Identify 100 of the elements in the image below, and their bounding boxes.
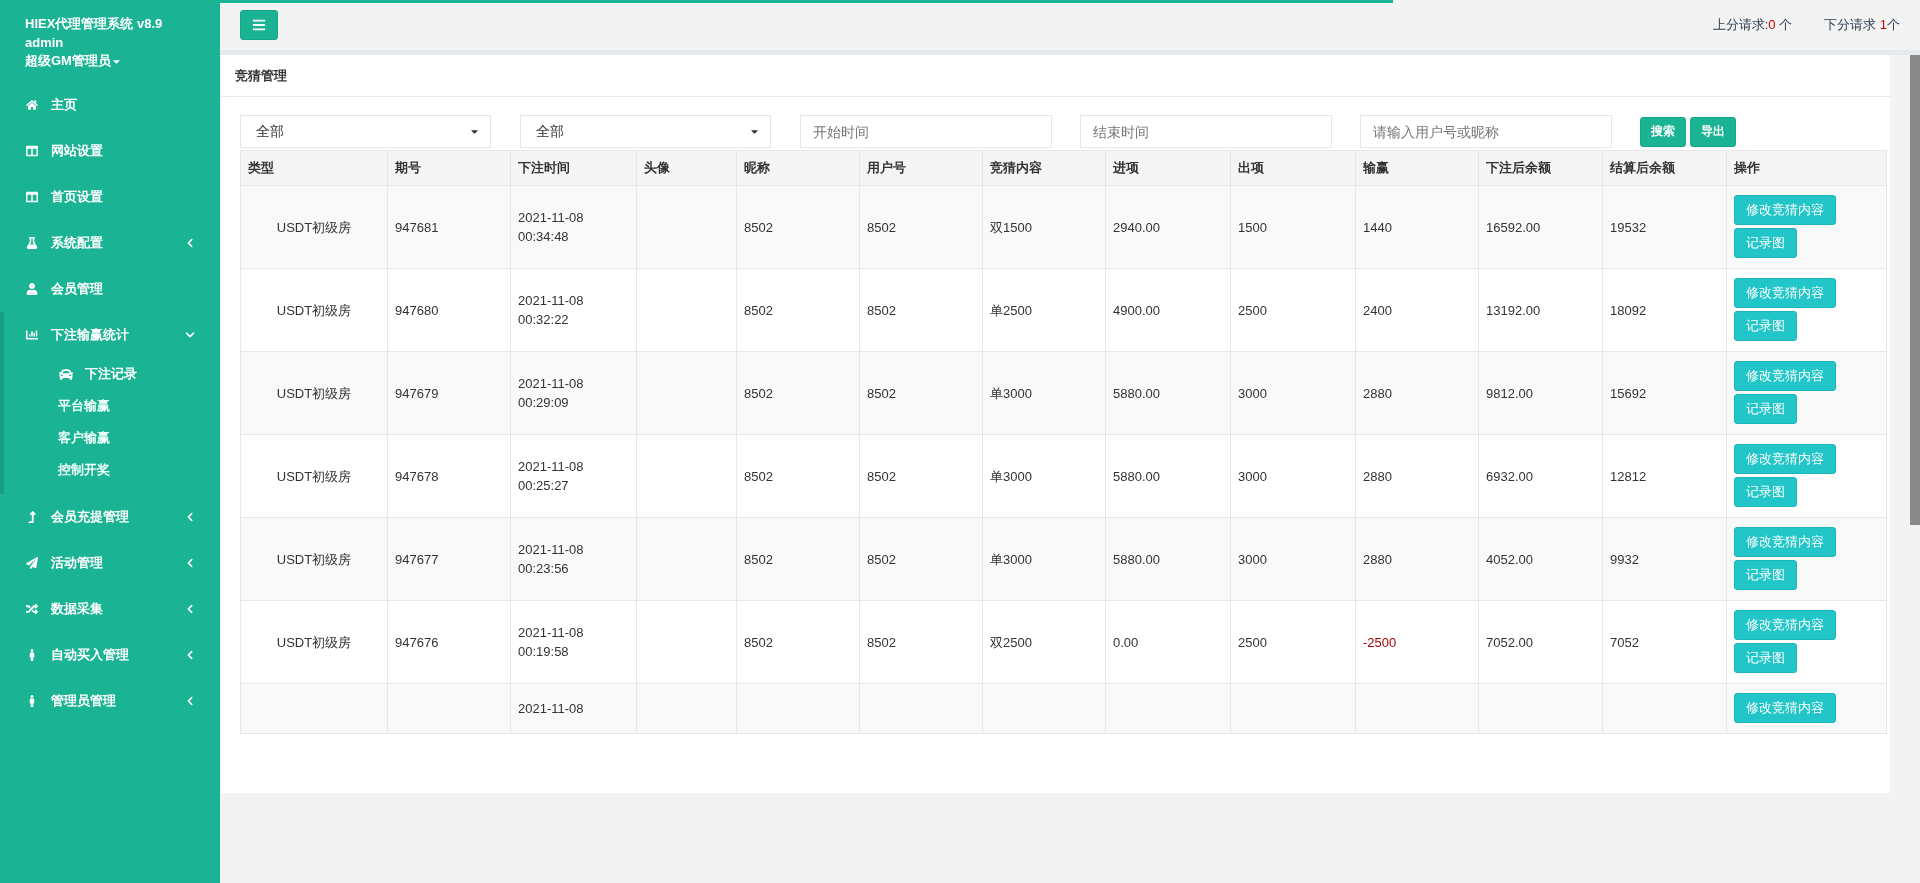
search-button[interactable]: 搜索 [1640,116,1686,147]
table-cell: 947676 [395,634,439,650]
table-cell: 5880.00 [1113,551,1160,567]
column-header: 期号 [387,150,511,186]
role-dropdown[interactable]: 超级GM管理员 [25,52,111,70]
table-cell: 19532 [1610,219,1647,235]
table-cell: 7052.00 [1486,634,1533,650]
submenu-item[interactable]: 客户输赢 [4,422,220,454]
menu-button[interactable] [240,10,278,40]
table-cell: 8502 [744,551,773,567]
table-cell: 0.00 [1113,634,1139,650]
table-cell: 7052 [1610,634,1639,650]
panel-title: 竞猜管理 [235,66,287,85]
table-cell: 15692 [1610,385,1647,401]
table-cell: 1500 [1238,219,1267,235]
menu-item[interactable]: 活动管理 [0,540,220,586]
column-header: 下注后余额 [1478,150,1603,186]
chart-button[interactable]: 记录图 [1734,311,1797,341]
table-cell: USDT初级房 [276,385,352,401]
table-cell: 947677 [395,551,439,567]
menu-item[interactable]: 系统配置 [0,220,220,266]
submenu-item[interactable]: 平台输赢 [4,390,220,422]
table-cell: 单3000 [990,551,1032,567]
paper-plane-icon [26,557,38,569]
table-cell: USDT初级房 [276,551,352,567]
table-cell: 双2500 [990,634,1032,650]
table-cell: 8502 [867,468,896,484]
column-header: 出项 [1230,150,1356,186]
table-cell: 16592.00 [1486,219,1541,235]
menu-item[interactable]: 数据采集 [0,586,220,632]
table-cell-text: 2021-11-08 00:19:58 [518,624,585,661]
shuffle-icon [26,603,38,615]
table-cell: 9932 [1610,551,1639,567]
request-link[interactable]: 下分请求 1个 [1824,16,1900,34]
user-name: admin [24,34,65,52]
edit-button[interactable]: 修改竞猜内容 [1734,278,1836,308]
menu-item[interactable]: 自动买入管理 [0,632,220,678]
table-cell: 2880 [1363,551,1392,567]
menu-item[interactable]: 首页设置 [0,174,220,220]
table-cell: 947678 [395,468,439,484]
table-cell-text: 2021-11-08 00:23:56 [518,541,585,578]
chart-button[interactable]: 记录图 [1734,228,1797,258]
table-cell: 单2500 [990,302,1032,318]
table-cell: 4052.00 [1486,551,1533,567]
edit-button[interactable]: 修改竞猜内容 [1734,610,1836,640]
table-cell: 13192.00 [1486,302,1541,318]
edit-button[interactable]: 修改竞猜内容 [1734,444,1836,474]
input-field[interactable]: 开始时间 [800,115,1052,148]
chart-button[interactable]: 记录图 [1734,394,1797,424]
table-cell-text: 2021-11-08 00:29:09 [518,375,585,412]
bar-chart-icon [26,329,38,341]
column-header: 类型 [240,150,388,186]
table-cell: 2400 [1363,302,1392,318]
table-cell: 947679 [395,385,439,401]
table-cell: 9812.00 [1486,385,1533,401]
column-header: 进项 [1105,150,1231,186]
edit-button[interactable]: 修改竞猜内容 [1734,693,1836,723]
app-title: HIEX代理管理系统 v8.9 [24,15,164,33]
table-cell: USDT初级房 [276,302,352,318]
input-field[interactable]: 请输入用户号或昵称 [1360,115,1612,148]
chart-button[interactable]: 记录图 [1734,643,1797,673]
menu-item[interactable]: 主页 [0,82,220,128]
column-header: 结算后余额 [1602,150,1727,186]
table-cell: 8502 [867,219,896,235]
table-cell-text: 2021-11-08 00:25:27 [518,458,585,495]
table-cell: 4900.00 [1113,302,1160,318]
column-header: 竞猜内容 [982,150,1106,186]
edit-button[interactable]: 修改竞猜内容 [1734,361,1836,391]
table-cell-text: 2021-11-08 00:32:22 [518,292,585,329]
table-cell: 8502 [867,302,896,318]
table-cell-text: 2021-11-08 [518,700,585,718]
menu-item[interactable]: 管理员管理 [0,678,220,724]
export-button[interactable]: 导出 [1690,116,1736,147]
edit-button[interactable]: 修改竞猜内容 [1734,527,1836,557]
edit-button[interactable]: 修改竞猜内容 [1734,195,1836,225]
chart-button[interactable]: 记录图 [1734,560,1797,590]
table-cell: USDT初级房 [276,219,352,235]
column-header: 输赢 [1355,150,1479,186]
menu-item[interactable]: 会员管理 [0,266,220,312]
scrollbar[interactable] [1910,55,1920,525]
submenu-item[interactable]: 下注记录 [4,358,220,390]
menu-icon [252,18,266,32]
select-dropdown[interactable]: 全部 [520,115,771,148]
table-cell: 5880.00 [1113,468,1160,484]
request-link[interactable]: 上分请求:0 个 [1712,16,1793,34]
table-cell: 单3000 [990,468,1032,484]
select-dropdown[interactable]: 全部 [240,115,491,148]
input-field[interactable]: 结束时间 [1080,115,1332,148]
table-cell: 947681 [395,219,439,235]
table-cell: 2940.00 [1113,219,1160,235]
table-cell: 2880 [1363,385,1392,401]
submenu-item[interactable]: 控制开奖 [4,454,220,486]
table-cell: 8502 [867,385,896,401]
table-cell: 双1500 [990,219,1032,235]
menu-item[interactable]: 网站设置 [0,128,220,174]
menu-item[interactable]: 会员充提管理 [0,494,220,540]
table-cell: 3000 [1238,385,1267,401]
table-cell: 8502 [744,468,773,484]
table-cell-text: 2021-11-08 00:34:48 [518,209,585,246]
chart-button[interactable]: 记录图 [1734,477,1797,507]
